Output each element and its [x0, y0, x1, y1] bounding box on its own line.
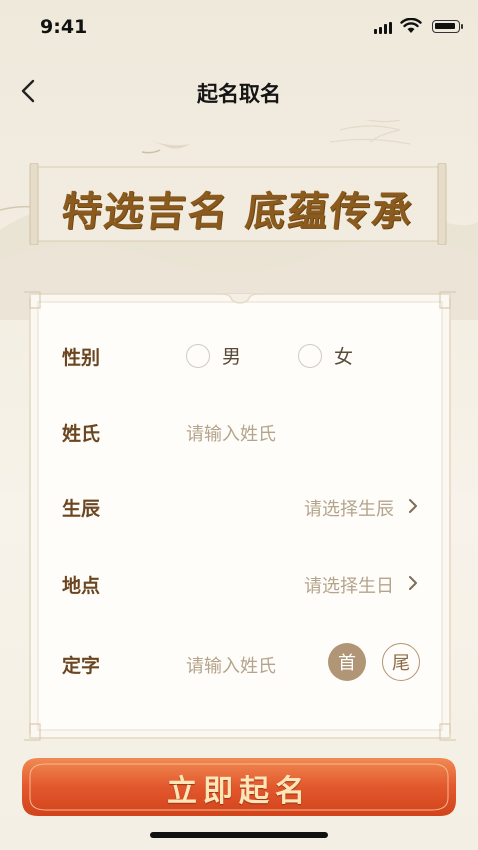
- page-title: 起名取名: [197, 82, 281, 106]
- start-naming-button[interactable]: 立即起名: [20, 756, 458, 818]
- home-indicator: [150, 832, 328, 838]
- surname-row[interactable]: 姓氏 请输入姓氏: [62, 413, 418, 453]
- slogan-text: 特选吉名 底蕴传承: [59, 188, 417, 235]
- fixed-char-label: 定字: [62, 655, 101, 677]
- position-last-button[interactable]: 尾: [382, 643, 420, 681]
- surname-label: 姓氏: [62, 423, 101, 445]
- place-row[interactable]: 地点 请选择生日: [62, 565, 418, 605]
- cellular-signal-icon: [374, 22, 392, 34]
- status-time: 9:41: [40, 16, 88, 38]
- page: 9:41 起名取名 特选吉名 底蕴传承 性别 男 女 姓氏 请输入姓氏 生辰 请…: [0, 0, 478, 850]
- chevron-right-icon: [409, 499, 417, 513]
- gender-male-radio[interactable]: 男: [186, 342, 241, 369]
- birth-time-row[interactable]: 生辰 请选择生辰: [62, 488, 418, 528]
- chevron-right-icon: [409, 576, 417, 590]
- fixed-char-input[interactable]: 请输入姓氏: [186, 652, 276, 678]
- naming-form-card: 性别 男 女 姓氏 请输入姓氏 生辰 请选择生辰 地点 请选择生日 定字 请输入…: [22, 290, 458, 742]
- gender-male-label: 男: [222, 346, 242, 368]
- slogan-banner: 特选吉名 底蕴传承: [26, 163, 450, 245]
- gender-female-radio[interactable]: 女: [298, 342, 353, 369]
- gender-female-label: 女: [334, 346, 354, 368]
- place-label: 地点: [62, 575, 101, 597]
- battery-icon: [432, 20, 463, 33]
- status-bar: 9:41: [0, 0, 478, 56]
- surname-input[interactable]: 请输入姓氏: [186, 420, 276, 446]
- wifi-icon: [400, 18, 422, 33]
- position-first-button[interactable]: 首: [328, 643, 366, 681]
- birth-time-select[interactable]: 请选择生辰: [304, 495, 394, 521]
- gender-row: 性别 男 女: [62, 337, 418, 377]
- place-select[interactable]: 请选择生日: [304, 572, 394, 598]
- birth-time-label: 生辰: [62, 498, 101, 520]
- nav-bar: 起名取名: [0, 64, 478, 118]
- fixed-char-row: 定字 请输入姓氏 首 尾: [62, 643, 420, 685]
- start-naming-label: 立即起名: [167, 774, 311, 809]
- radio-circle-icon: [186, 343, 210, 368]
- radio-circle-icon: [298, 343, 322, 368]
- gender-label: 性别: [62, 347, 101, 369]
